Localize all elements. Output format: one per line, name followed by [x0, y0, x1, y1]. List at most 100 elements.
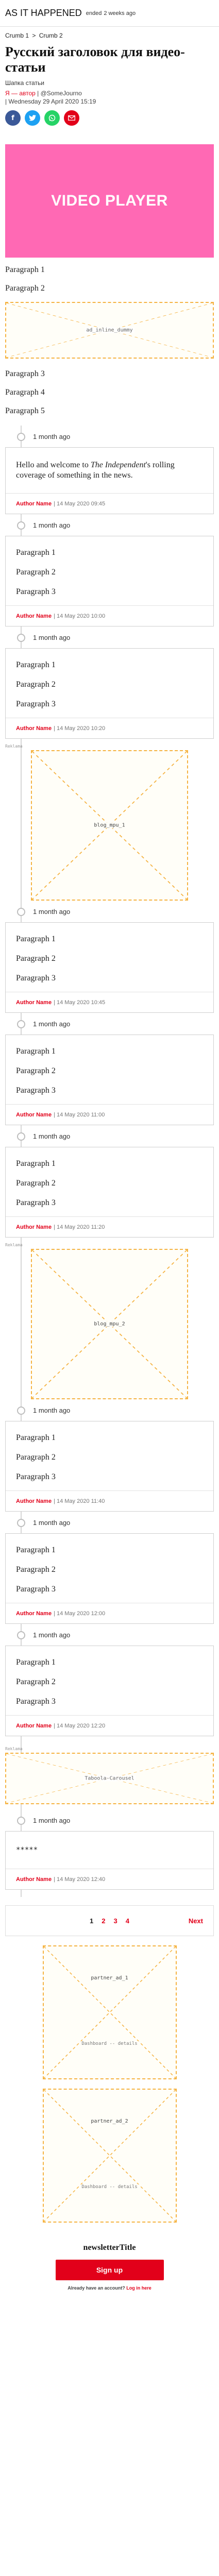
partner-ad-slot[interactable]: partner_ad_1 Dashboard -- details — [42, 1945, 177, 2079]
entry-intro-text: Hello and welcome to The Independent's r… — [16, 461, 175, 480]
entry-card: Paragraph 1 Paragraph 2 Paragraph 3 Auth… — [5, 1035, 214, 1125]
entry-author[interactable]: Author Name — [16, 501, 52, 507]
breadcrumb-item-1[interactable]: Crumb 1 — [5, 32, 29, 39]
entry-footer: Author Name | 14 May 2020 11:20 — [6, 1216, 213, 1237]
page-link-3[interactable]: 3 — [114, 1917, 117, 1925]
live-blog-entry: 1 month ago Paragraph 1 Paragraph 2 Para… — [0, 1399, 219, 1512]
timeline-dot-icon — [17, 521, 25, 530]
timeline-dot-icon — [17, 433, 25, 441]
entry-footer: Author Name | 14 May 2020 10:20 — [6, 718, 213, 738]
entry-author[interactable]: Author Name — [16, 1112, 52, 1118]
live-blog-entry: 1 month ago Paragraph 1 Paragraph 2 Para… — [0, 901, 219, 1013]
article-standfirst: Шапка статьи — [5, 79, 44, 87]
entry-paragraph: Paragraph 1 — [16, 1047, 56, 1056]
email-icon[interactable] — [64, 110, 79, 126]
author-handle[interactable]: | @SomeJourno — [37, 90, 82, 97]
entry-time: 1 month ago — [0, 1812, 219, 1828]
entry-footer: Author Name | 14 May 2020 11:40 — [6, 1490, 213, 1511]
live-blog-timeline: 1 month ago Hello and welcome to The Ind… — [0, 426, 219, 1897]
page-link-4[interactable]: 4 — [126, 1917, 129, 1925]
entry-author[interactable]: Author Name — [16, 999, 52, 1006]
entry-paragraph: Paragraph 2 — [16, 1453, 56, 1462]
entry-time: 1 month ago — [0, 1016, 219, 1031]
entry-footer: Author Name | 14 May 2020 10:45 — [6, 992, 213, 1012]
login-prompt: Already have an account? Log in here — [68, 2285, 151, 2291]
entry-footer: Author Name | 14 May 2020 12:20 — [6, 1715, 213, 1736]
blog-ad-slot[interactable]: Reklama blog_mpu_2 — [5, 1243, 214, 1399]
entry-paragraph: Paragraph 2 — [16, 1677, 56, 1686]
timeline-dot-icon — [17, 1132, 25, 1141]
entry-author[interactable]: Author Name — [16, 613, 52, 619]
entry-time: 1 month ago — [0, 904, 219, 919]
entry-card: Paragraph 1 Paragraph 2 Paragraph 3 Auth… — [5, 648, 214, 739]
entry-paragraph: Paragraph 1 — [16, 1658, 56, 1667]
byline: Я — автор | @SomeJourno | Wednesday 29 A… — [5, 90, 214, 105]
timeline-dot-icon — [17, 1406, 25, 1415]
partner-ad-slot[interactable]: partner_ad_2 Dashboard -- details — [42, 2089, 177, 2223]
twitter-icon[interactable] — [25, 110, 40, 126]
entry-date: | 14 May 2020 12:40 — [54, 1876, 106, 1883]
taboola-carousel-slot[interactable]: Reklama Taboola-Carousel — [5, 1747, 214, 1804]
breadcrumb-item-2[interactable]: Crumb 2 — [39, 32, 63, 39]
ad-slot-sub: Dashboard -- details — [80, 2184, 139, 2190]
ad-slot-label: partner_ad_2 — [89, 2119, 130, 2125]
entry-author[interactable]: Author Name — [16, 725, 52, 732]
entry-paragraph: Paragraph 1 — [16, 660, 56, 669]
live-status-text: ended — [86, 10, 102, 16]
entry-date: | 14 May 2020 11:20 — [54, 1224, 105, 1230]
video-player[interactable]: VIDEO PLAYER — [5, 144, 214, 258]
login-link[interactable]: Log in here — [126, 2285, 151, 2291]
entry-author[interactable]: Author Name — [16, 1611, 52, 1617]
entry-time: 1 month ago — [0, 429, 219, 444]
ad-tag: Reklama — [5, 1243, 23, 1247]
live-header: AS IT HAPPENED ended 2 weeks ago — [0, 0, 219, 27]
video-player-label: VIDEO PLAYER — [51, 192, 168, 209]
ad-slot-label: blog_mpu_2 — [92, 1321, 127, 1327]
intro-paragraphs: Paragraph 1 Paragraph 2 — [0, 258, 219, 294]
entry-time: 1 month ago — [0, 630, 219, 645]
entry-card: Paragraph 1 Paragraph 2 Paragraph 3 Auth… — [5, 1147, 214, 1238]
entry-author[interactable]: Author Name — [16, 1723, 52, 1729]
entry-footer: Author Name | 14 May 2020 12:00 — [6, 1603, 213, 1623]
live-status-ago: 2 weeks ago — [104, 10, 136, 16]
entry-time: 1 month ago — [0, 1402, 219, 1418]
paragraph: Paragraph 3 — [5, 369, 45, 378]
entry-paragraph: Paragraph 2 — [16, 954, 56, 963]
entry-paragraph: Paragraph 3 — [16, 1086, 56, 1095]
newsletter-title: newsletterTitle — [83, 2243, 136, 2252]
entry-paragraph: Paragraph 2 — [16, 680, 56, 689]
entry-time: 1 month ago — [0, 1627, 219, 1642]
entry-footer: Author Name | 14 May 2020 10:00 — [6, 605, 213, 626]
live-blog-entry: 1 month ago Paragraph 1 Paragraph 2 Para… — [0, 514, 219, 626]
timeline-dot-icon — [17, 1020, 25, 1028]
entry-footer: Author Name | 14 May 2020 11:00 — [6, 1104, 213, 1125]
entry-author[interactable]: Author Name — [16, 1224, 52, 1230]
live-blog-entry: 1 month ago Paragraph 1 Paragraph 2 Para… — [0, 626, 219, 739]
more-paragraphs: Paragraph 3 Paragraph 4 Paragraph 5 — [0, 362, 219, 416]
entry-author[interactable]: Author Name — [16, 1876, 52, 1883]
entry-date: | 14 May 2020 11:00 — [54, 1111, 105, 1118]
page-link-2[interactable]: 2 — [102, 1917, 105, 1925]
page-link-1[interactable]: 1 — [90, 1917, 93, 1925]
timeline-dot-icon — [17, 634, 25, 642]
facebook-icon[interactable]: f — [5, 110, 21, 126]
live-blog-entry: 1 month ago Paragraph 1 Paragraph 2 Para… — [0, 1512, 219, 1624]
blog-ad-slot[interactable]: Reklama blog_mpu_1 — [5, 744, 214, 901]
entry-paragraph: Paragraph 3 — [16, 1697, 56, 1706]
inline-ad-slot[interactable]: ad_inline_dummy — [5, 302, 214, 359]
entry-card: Paragraph 1 Paragraph 2 Paragraph 3 Auth… — [5, 1421, 214, 1512]
signup-button[interactable]: Sign up — [55, 2260, 164, 2280]
whatsapp-icon[interactable] — [44, 110, 60, 126]
paragraph: Paragraph 4 — [5, 388, 45, 397]
author-link[interactable]: Я — автор — [5, 90, 36, 97]
entry-date: | 14 May 2020 10:20 — [54, 725, 106, 732]
entry-date: | 14 May 2020 09:45 — [54, 500, 106, 507]
entry-date: | 14 May 2020 11:40 — [54, 1498, 105, 1504]
next-page-button[interactable]: Next — [189, 1917, 203, 1925]
entry-paragraph: Paragraph 3 — [16, 1585, 56, 1594]
live-blog-entry: 1 month ago ***** Author Name | 14 May 20… — [0, 1804, 219, 1890]
entry-time: 1 month ago — [0, 1515, 219, 1530]
entry-footer: Author Name | 14 May 2020 12:40 — [6, 1869, 213, 1889]
entry-author[interactable]: Author Name — [16, 1498, 52, 1504]
entry-paragraph: Paragraph 3 — [16, 587, 56, 596]
